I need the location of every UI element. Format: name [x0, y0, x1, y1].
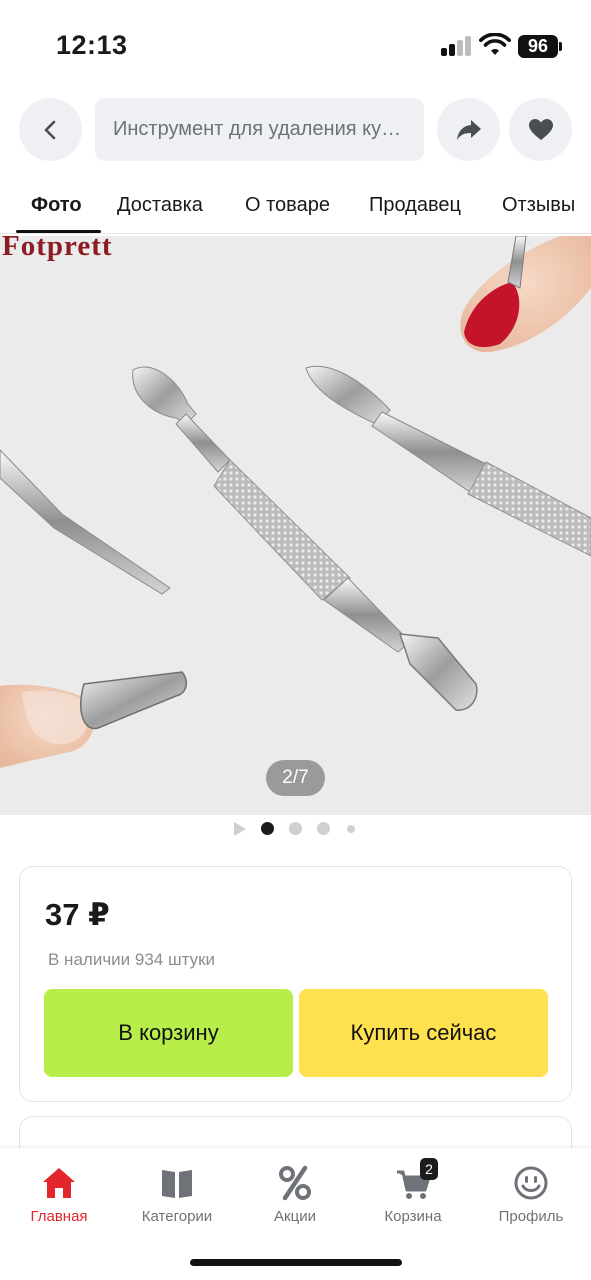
- stock-status: В наличии 934 штуки: [48, 950, 216, 969]
- home-indicator[interactable]: [190, 1259, 402, 1266]
- nav-label-promotions: Акции: [274, 1208, 316, 1225]
- tab-delivery[interactable]: Доставка: [117, 194, 203, 217]
- search-field[interactable]: Инструмент для удаления кутикулы: [95, 98, 424, 161]
- gallery-pager: [0, 815, 591, 843]
- nav-promotions[interactable]: Акции: [236, 1164, 354, 1225]
- nav-home[interactable]: Главная: [0, 1164, 118, 1225]
- chevron-left-icon: [44, 120, 55, 139]
- favorite-button[interactable]: [509, 98, 572, 161]
- buy-now-button[interactable]: Купить сейчас: [299, 989, 548, 1077]
- price-card: 37 ₽ В наличии 934 штуки В корзину Купит…: [19, 866, 572, 1102]
- status-bar: 12:13 96: [0, 0, 591, 92]
- product-photo: [0, 236, 591, 768]
- brand-watermark: Fotprett: [2, 236, 113, 262]
- active-tab-indicator: [16, 230, 101, 233]
- nav-cart[interactable]: 2 Корзина: [354, 1158, 472, 1225]
- product-price: 37 ₽: [45, 897, 110, 932]
- tab-reviews[interactable]: Отзывы: [502, 194, 575, 217]
- top-navigation: Инструмент для удаления кутикулы: [0, 96, 591, 162]
- nav-label-profile: Профиль: [498, 1208, 564, 1225]
- search-input-value: Инструмент для удаления кутикулы: [113, 118, 406, 140]
- nav-profile[interactable]: Профиль: [472, 1164, 590, 1225]
- add-to-cart-button[interactable]: В корзину: [44, 989, 293, 1077]
- nav-categories[interactable]: Категории: [118, 1164, 236, 1225]
- book-icon: [162, 1170, 192, 1198]
- heart-icon: [528, 118, 553, 140]
- battery-indicator: 96: [518, 35, 558, 58]
- percent-icon: [279, 1165, 311, 1201]
- pager-dot[interactable]: [347, 825, 355, 833]
- status-time: 12:13: [56, 30, 128, 60]
- nav-label-categories: Категории: [141, 1208, 213, 1225]
- pager-dot[interactable]: [317, 822, 330, 835]
- pager-dot[interactable]: [289, 822, 302, 835]
- cellular-signal-icon: [441, 36, 473, 56]
- share-button[interactable]: [437, 98, 500, 161]
- back-button[interactable]: [19, 98, 82, 161]
- tab-about-product[interactable]: О товаре: [245, 194, 330, 217]
- wifi-icon: [479, 33, 511, 55]
- share-arrow-icon: [456, 119, 481, 140]
- photo-counter: 2/7: [266, 760, 325, 796]
- home-icon: [43, 1168, 75, 1198]
- video-play-icon[interactable]: [234, 822, 246, 836]
- tab-photo[interactable]: Фото: [31, 194, 82, 217]
- tab-seller[interactable]: Продавец: [369, 194, 461, 217]
- product-photo-gallery[interactable]: Fotprett 2/7: [0, 236, 591, 815]
- smiley-icon: [514, 1166, 548, 1200]
- pager-dot-active[interactable]: [261, 822, 274, 835]
- nav-label-cart: Корзина: [384, 1208, 442, 1225]
- battery-tip: [559, 42, 562, 51]
- cart-count-badge: 2: [420, 1158, 438, 1180]
- section-tabs: Фото Доставка О товаре Продавец Отзывы: [0, 182, 591, 234]
- nav-label-home: Главная: [30, 1208, 88, 1225]
